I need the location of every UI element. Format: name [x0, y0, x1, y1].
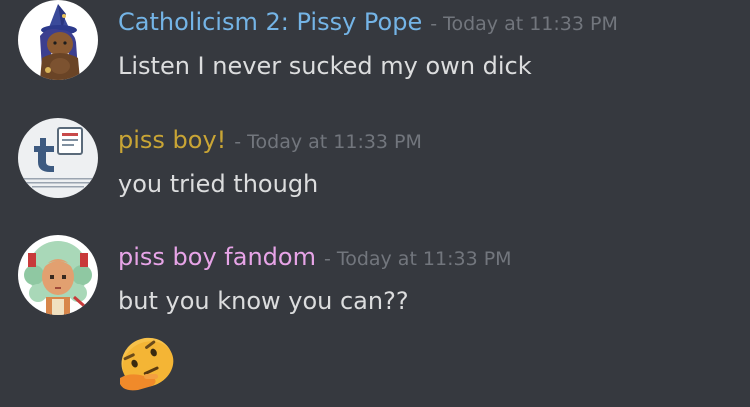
header-separator: - [323, 248, 331, 270]
message-timestamp[interactable]: Today at 11:33 PM [337, 248, 512, 270]
message-timestamp[interactable]: Today at 11:33 PM [443, 13, 618, 35]
header-separator: - [430, 13, 438, 35]
thinking-face-emoji-icon[interactable] [114, 334, 184, 394]
chat-message: piss boy fandom - Today at 11:33 PM but yo… [0, 235, 750, 407]
author-name[interactable]: piss boy fandom [118, 243, 316, 271]
header-separator: - [234, 131, 242, 153]
message-content: Listen I never sucked my own dick [118, 52, 532, 80]
message-header: Catholicism 2: Pissy Pope - Today at 11:33… [118, 6, 618, 41]
message-content: but you know you can?? [118, 287, 409, 315]
message-header: piss boy! - Today at 11:33 PM [118, 124, 422, 159]
user-avatar[interactable] [18, 235, 98, 315]
message-content: you tried though [118, 170, 319, 198]
author-name[interactable]: Catholicism 2: Pissy Pope [118, 8, 422, 36]
user-avatar[interactable] [18, 0, 98, 80]
chat-message: Catholicism 2: Pissy Pope - Today at 11:33… [0, 0, 750, 118]
message-timestamp[interactable]: Today at 11:33 PM [247, 131, 422, 153]
witch-hat-character-avatar-icon [18, 0, 98, 80]
removed-image-placeholder-avatar-icon [18, 118, 98, 198]
chat-message: piss boy! - Today at 11:33 PM you tried th… [0, 118, 750, 236]
user-avatar[interactable] [18, 118, 98, 198]
author-name[interactable]: piss boy! [118, 126, 226, 154]
message-header: piss boy fandom - Today at 11:33 PM [118, 241, 512, 276]
pixel-art-girl-avatar-icon [18, 235, 98, 315]
